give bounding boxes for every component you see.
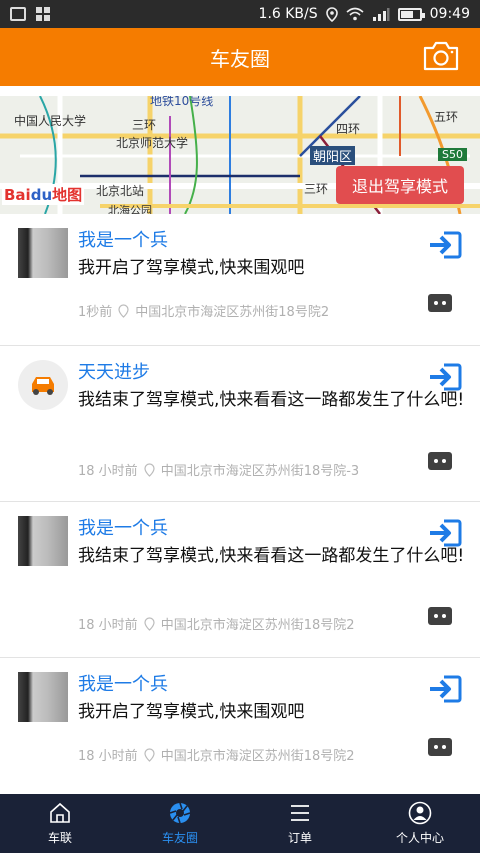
post-time: 18 小时前 (78, 464, 138, 479)
feed-item[interactable]: 我是一个兵 我结束了驾享模式,快来看看这一路都发生了什么吧! 18 小时前 中国… (0, 502, 480, 658)
gallery-notification-icon (10, 7, 26, 21)
post-time: 18 小时前 (78, 749, 138, 764)
status-bar: 1.6 KB/S 09:49 (0, 0, 480, 28)
home-icon (50, 802, 70, 823)
comment-icon[interactable] (428, 452, 452, 470)
enter-icon[interactable] (428, 674, 462, 704)
comment-icon[interactable] (428, 738, 452, 756)
camera-icon[interactable] (422, 40, 460, 72)
user-name[interactable]: 我是一个兵 (78, 514, 168, 540)
tab-label: 车友圈 (161, 831, 198, 845)
enter-icon[interactable] (428, 518, 462, 548)
post-time: 1秒前 (78, 305, 113, 320)
post-meta: 18 小时前 中国北京市海淀区苏州街18号院-3 (78, 460, 359, 479)
map-label-sanhuan: 三环 (132, 118, 157, 132)
location-status-icon (325, 6, 338, 22)
post-location: 中国北京市海淀区苏州街18号院2 (160, 749, 355, 764)
clock: 09:49 (429, 6, 470, 22)
tab-label: 车联 (47, 831, 72, 845)
battery-icon (397, 7, 425, 21)
user-avatar[interactable] (18, 516, 68, 566)
feed-item[interactable]: 天天进步 我结束了驾享模式,快来看看这一路都发生了什么吧! 18 小时前 中国北… (0, 346, 480, 502)
user-avatar[interactable] (18, 228, 68, 278)
post-meta: 18 小时前 中国北京市海淀区苏州街18号院2 (78, 745, 355, 764)
map-label-beijingbei: 北京北站 (96, 184, 145, 198)
map-label-subway: 地铁10号线 (150, 96, 214, 108)
user-name[interactable]: 我是一个兵 (78, 226, 168, 252)
comment-icon[interactable] (428, 607, 452, 625)
bottom-tab-bar: 车联 车友圈 订单 个人中心 (0, 794, 480, 853)
user-icon (408, 801, 432, 825)
signal-icon (372, 8, 390, 21)
post-message: 我开启了驾享模式,快来围观吧 (78, 258, 305, 278)
map-label-beihai: 北海公园 (108, 204, 152, 214)
map-label-s50: S50 (438, 148, 467, 161)
post-time: 18 小时前 (78, 618, 138, 633)
location-pin-icon (118, 303, 129, 318)
enter-icon[interactable] (428, 362, 462, 392)
post-meta: 1秒前 中国北京市海淀区苏州街18号院2 (78, 301, 329, 320)
user-name[interactable]: 天天进步 (78, 358, 150, 384)
post-location: 中国北京市海淀区苏州街18号院2 (135, 305, 330, 320)
tab-dingdan[interactable]: 订单 (240, 794, 360, 853)
enter-icon[interactable] (428, 230, 462, 260)
tab-cheyouquan[interactable]: 车友圈 (120, 794, 240, 853)
wifi-icon (346, 7, 364, 21)
car-icon (32, 377, 54, 395)
comment-icon[interactable] (428, 294, 452, 312)
app-notification-icon (36, 7, 50, 21)
map-label-renmin: 中国人民大学 (14, 114, 87, 128)
post-location: 中国北京市海淀区苏州街18号院-3 (160, 464, 360, 479)
map-label-shifan: 北京师范大学 (116, 136, 189, 150)
location-pin-icon (144, 616, 155, 631)
user-name[interactable]: 我是一个兵 (78, 670, 168, 696)
tab-label: 订单 (287, 831, 312, 845)
tab-label: 个人中心 (395, 831, 444, 845)
post-meta: 18 小时前 中国北京市海淀区苏州街18号院2 (78, 614, 355, 633)
post-message: 我结束了驾享模式,快来看看这一路都发生了什么吧! (78, 390, 465, 410)
map-label-sanhuan2: 三环 (304, 182, 329, 196)
feed-item[interactable]: 我是一个兵 我开启了驾享模式,快来围观吧 1秒前 中国北京市海淀区苏州街18号院… (0, 214, 480, 346)
map-label-chaoyang: 朝阳区 (310, 146, 356, 165)
tab-chelian[interactable]: 车联 (0, 794, 120, 853)
user-avatar[interactable] (18, 360, 68, 410)
network-speed: 1.6 KB/S (258, 6, 318, 22)
baidu-map-logo: Baidu地图 (2, 184, 85, 205)
user-avatar[interactable] (18, 672, 68, 722)
aperture-icon (169, 802, 191, 824)
post-location: 中国北京市海淀区苏州街18号院2 (160, 618, 355, 633)
post-message: 我开启了驾享模式,快来围观吧 (78, 702, 305, 722)
map-label-wuhuan: 五环 (434, 110, 459, 124)
location-pin-icon (144, 462, 155, 477)
map-label-sihuan: 四环 (336, 122, 361, 136)
exit-drive-mode-button[interactable]: 退出驾享模式 (336, 166, 464, 204)
feed-list: 我是一个兵 我开启了驾享模式,快来围观吧 1秒前 中国北京市海淀区苏州街18号院… (0, 214, 480, 790)
tab-profile[interactable]: 个人中心 (360, 794, 480, 853)
location-pin-icon (144, 747, 155, 762)
page-title: 车友圈 (210, 46, 270, 71)
app-header: 车友圈 (0, 28, 480, 86)
feed-item[interactable]: 我是一个兵 我开启了驾享模式,快来围观吧 18 小时前 中国北京市海淀区苏州街1… (0, 658, 480, 790)
post-message: 我结束了驾享模式,快来看看这一路都发生了什么吧! (78, 546, 465, 566)
list-icon (291, 805, 309, 821)
